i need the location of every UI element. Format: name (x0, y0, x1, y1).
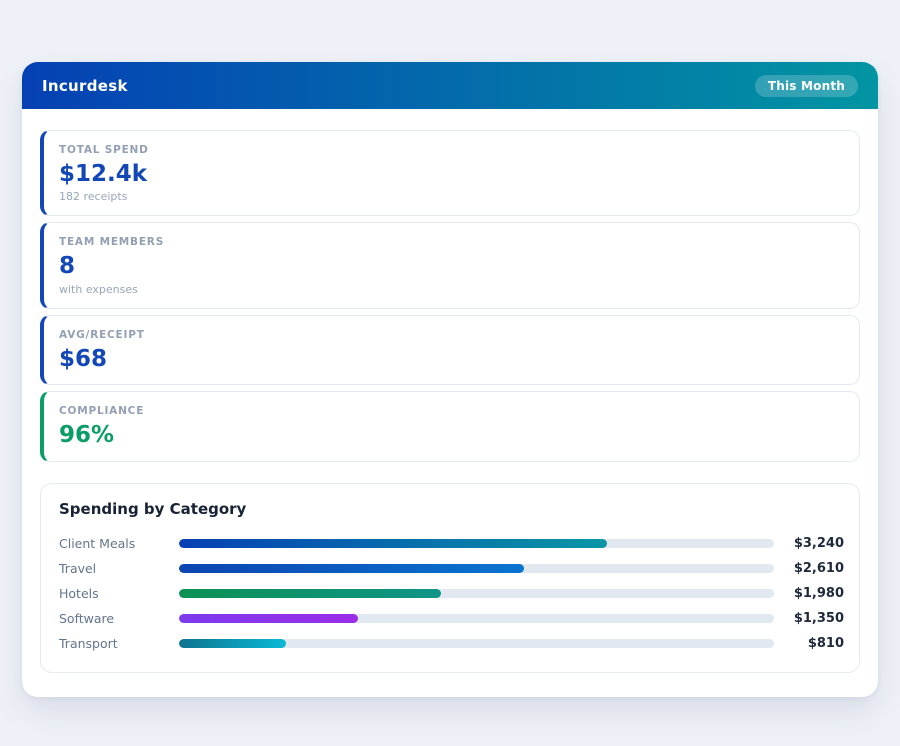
bar-track (179, 613, 774, 623)
stat-value: 96% (59, 422, 115, 449)
bar-track (179, 563, 774, 573)
stat-value: 8 (59, 253, 76, 280)
stat-card-avg-receipt: AVG/RECEIPT $68 (40, 314, 860, 386)
stat-card-compliance: COMPLIANCE 96% (40, 391, 860, 462)
app-header: Incurdesk This Month (22, 62, 878, 109)
category-row-transport: Transport $810 (59, 631, 844, 656)
category-label: Client Meals (59, 535, 136, 551)
category-row-travel: Travel $2,610 (59, 556, 844, 581)
bar-fill (179, 613, 358, 623)
app-title: Incurdesk (42, 76, 128, 95)
stat-label: AVG/RECEIPT (59, 328, 145, 341)
stat-value: $12.4k (59, 161, 148, 187)
category-label: Transport (59, 635, 118, 651)
spending-by-category-panel: Spending by Category Client Meals $3,240… (40, 482, 860, 673)
period-badge[interactable]: This Month (754, 74, 858, 97)
bar-fill (179, 538, 608, 548)
bar-fill (179, 638, 287, 648)
category-value: $3,240 (793, 535, 844, 551)
page-background: Incurdesk This Month TOTAL SPEND $12.4k … (0, 0, 900, 746)
category-label: Travel (59, 560, 97, 576)
dashboard-content: TOTAL SPEND $12.4k 182 receipts TEAM MEM… (22, 109, 878, 697)
category-label: Software (59, 610, 115, 626)
stat-label: TOTAL SPEND (59, 144, 149, 156)
category-row-client-meals: Client Meals $3,240 (59, 531, 844, 556)
stat-value: $68 (59, 345, 108, 372)
category-row-software: Software $1,350 (59, 606, 844, 631)
dashboard-card: Incurdesk This Month TOTAL SPEND $12.4k … (22, 62, 878, 697)
category-row-hotels: Hotels $1,980 (59, 581, 844, 606)
category-label: Hotels (59, 585, 99, 601)
bar-track (179, 588, 774, 598)
category-value: $1,350 (793, 610, 844, 626)
bar-track (179, 638, 774, 648)
category-value: $810 (807, 635, 844, 651)
stat-label: COMPLIANCE (59, 405, 145, 418)
stat-label: TEAM MEMBERS (59, 236, 165, 249)
stat-subtext: 182 receipts (59, 190, 128, 204)
panel-title: Spending by Category (59, 499, 247, 518)
bar-track (179, 538, 774, 548)
bar-fill (179, 588, 441, 598)
category-value: $2,610 (793, 560, 844, 576)
category-value: $1,980 (793, 585, 844, 601)
stat-subtext: with expenses (59, 282, 138, 296)
stat-card-team-members: TEAM MEMBERS 8 with expenses (40, 222, 860, 309)
stat-card-total-spend: TOTAL SPEND $12.4k 182 receipts (40, 130, 860, 217)
bar-fill (179, 563, 525, 573)
